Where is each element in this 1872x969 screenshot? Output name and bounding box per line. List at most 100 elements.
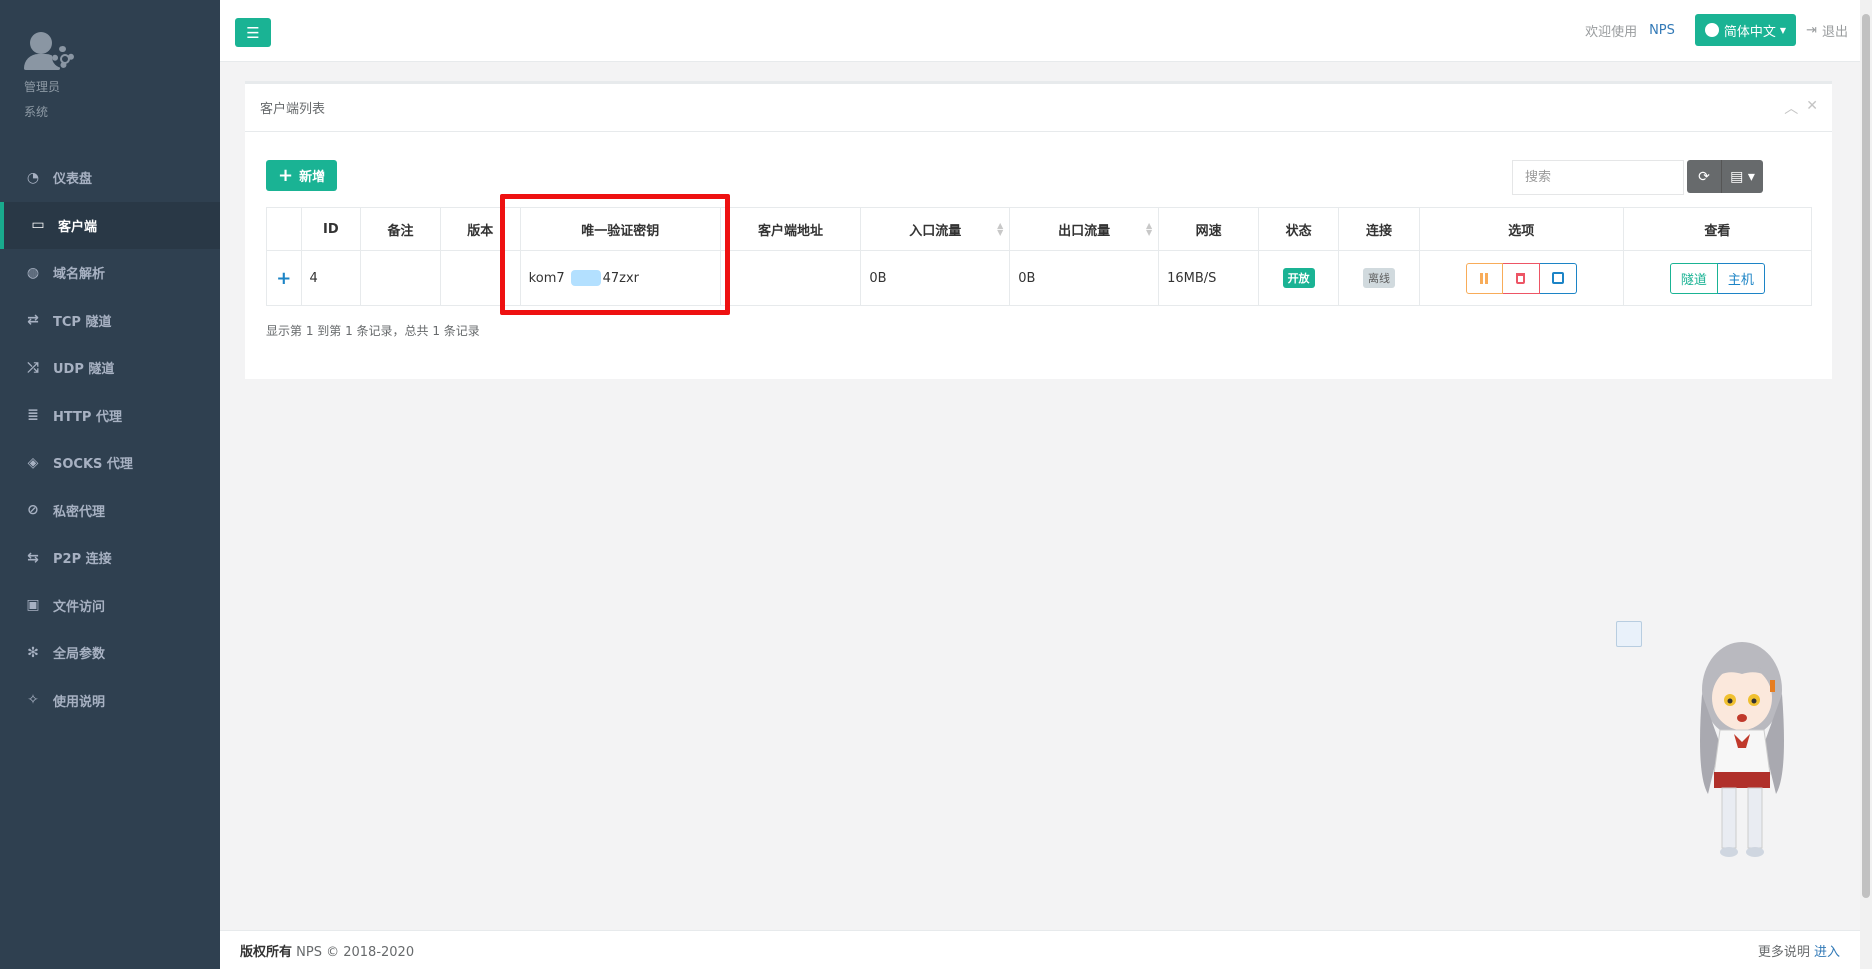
hamburger-icon: ☰ — [246, 23, 260, 42]
cell-status: 开放 — [1258, 250, 1339, 306]
panel-title: 客户端列表 — [260, 102, 326, 117]
refresh-icon: ⟳ — [1698, 168, 1710, 185]
menu-toggle-button[interactable]: ☰ — [235, 18, 271, 47]
more-info: 更多说明 进入 — [1758, 941, 1840, 960]
sort-icon: ▲ ▼ — [997, 221, 1004, 237]
more-link[interactable]: 进入 — [1814, 945, 1840, 960]
header-status[interactable]: 状态 — [1258, 207, 1339, 251]
sidebar-item-label: 使用说明 — [53, 694, 106, 710]
header-connection[interactable]: 连接 — [1337, 207, 1420, 251]
lightbulb-icon: ✧ — [27, 692, 39, 709]
more-label: 更多说明 — [1757, 944, 1810, 960]
sidebar-item-label: 客户端 — [58, 219, 98, 235]
header-remark[interactable]: 备注 — [360, 207, 441, 251]
cell-out-flow: 0B — [1009, 250, 1160, 306]
view-tunnel-button[interactable]: 隧道 — [1669, 262, 1718, 294]
header-speed[interactable]: 网速 — [1158, 207, 1260, 251]
sidebar-item-http[interactable]: ≣ HTTP 代理 — [0, 392, 220, 440]
refresh-button[interactable]: ⟳ — [1687, 160, 1721, 193]
copyright-label: 版权所有 — [240, 944, 293, 960]
trash-icon — [1516, 272, 1526, 284]
sidebar-item-global[interactable]: ✻ 全局参数 — [0, 629, 220, 677]
sidebar-item-client[interactable]: ▭ 客户端 — [0, 201, 220, 249]
sidebar-item-socks[interactable]: ◈ SOCKS 代理 — [0, 439, 220, 487]
search-input[interactable] — [1512, 160, 1684, 195]
cell-client-address — [719, 250, 862, 306]
sidebar-item-domain[interactable]: ◍ 域名解析 — [0, 249, 220, 297]
widget-toggle-icon[interactable] — [1616, 621, 1642, 647]
sidebar-item-secret[interactable]: ⊘ 私密代理 — [0, 487, 220, 535]
sidebar-item-label: SOCKS 代理 — [53, 457, 133, 473]
sidebar-item-udp[interactable]: ⤮ UDP 隧道 — [0, 344, 220, 392]
server-icon: ≣ — [27, 407, 39, 424]
header-options[interactable]: 选项 — [1418, 207, 1624, 251]
sidebar-item-label: P2P 连接 — [53, 552, 112, 568]
sort-icon: ▲ ▼ — [1145, 221, 1153, 237]
sidebar-item-label: TCP 隧道 — [53, 314, 112, 330]
header-in-flow-label: 入口流量 — [909, 223, 962, 239]
exchange-icon: ⇆ — [27, 549, 39, 566]
random-icon: ⤮ — [27, 359, 39, 376]
status-badge: 开放 — [1282, 268, 1315, 288]
pause-button[interactable] — [1465, 262, 1503, 294]
logout-label: 退出 — [1821, 24, 1848, 40]
cell-speed: 16MB/S — [1158, 250, 1260, 306]
edit-button[interactable] — [1539, 262, 1577, 294]
sidebar-nav: ◔ 仪表盘 ▭ 客户端 ◍ 域名解析 ⇄ TCP 隧道 ⤮ UDP 隧道 ≣ HTTP 代理 ◈ SOCK… — [0, 154, 220, 724]
logout-link[interactable]: ⇥ 退出 — [1806, 21, 1848, 40]
sidebar-item-label: 文件访问 — [53, 599, 106, 615]
header-client-address[interactable]: 客户端地址 — [719, 207, 862, 251]
cell-options — [1418, 250, 1624, 306]
user-gear-icon — [24, 28, 76, 72]
copyright-text: NPS © 2018-2020 — [296, 944, 415, 960]
header-in-flow[interactable]: 入口流量 ▲ ▼ — [860, 207, 1011, 251]
copyright: 版权所有 NPS © 2018-2020 — [240, 941, 414, 960]
scrollbar-thumb[interactable] — [1862, 14, 1870, 898]
sidebar: 管理员 系统 ◔ 仪表盘 ▭ 客户端 ◍ 域名解析 ⇄ TCP 隧道 ⤮ UDP 隧道 ≣ HTTP … — [0, 0, 220, 969]
table-header-row: ID 备注 版本 唯一验证密钥 客户端地址 入口流量 ▲ ▼ 出口流量 ▲ ▼ 网速… — [266, 207, 1813, 251]
highlight-box — [500, 194, 730, 315]
add-client-button[interactable]: + 新增 — [266, 160, 338, 191]
dashboard-icon: ◔ — [26, 169, 40, 186]
columns-dropdown-button[interactable]: ▤ ▾ — [1721, 160, 1763, 193]
globe-icon: ◍ — [26, 264, 40, 281]
sidebar-item-label: 全局参数 — [53, 647, 106, 663]
table-row: + 4 kom7 47zxr 0B 0B 16MB/S 开放 离线 隧道 主机 — [266, 250, 1813, 306]
pause-icon — [1480, 272, 1489, 284]
sidebar-item-file[interactable]: ▣ 文件访问 — [0, 582, 220, 630]
profile: 管理员 系统 — [0, 0, 220, 130]
close-icon[interactable]: ✕ — [1806, 98, 1818, 118]
briefcase-icon: ▣ — [26, 597, 40, 614]
cell-in-flow: 0B — [860, 250, 1011, 306]
cell-connection: 离线 — [1337, 250, 1420, 306]
retweet-icon: ⇄ — [27, 312, 39, 329]
cog-icon: ✻ — [27, 644, 39, 661]
globe-icon — [1704, 23, 1719, 37]
collapse-icon[interactable]: ︿ — [1784, 98, 1798, 118]
language-dropdown[interactable]: 简体中文 ▼ — [1694, 14, 1797, 46]
cell-id: 4 — [300, 250, 362, 306]
profile-system: 系统 — [24, 105, 49, 119]
sidebar-item-label: 域名解析 — [53, 267, 106, 283]
header-id[interactable]: ID — [300, 207, 362, 251]
sidebar-item-p2p[interactable]: ⇆ P2P 连接 — [0, 534, 220, 582]
pagination-info: 显示第 1 到第 1 条记录，总共 1 条记录 — [266, 324, 480, 338]
scrollbar[interactable] — [1860, 0, 1872, 969]
edit-icon — [1551, 272, 1564, 284]
sidebar-item-dashboard[interactable]: ◔ 仪表盘 — [0, 154, 220, 202]
monitor-icon: ▭ — [31, 217, 45, 234]
header-expand — [266, 207, 302, 251]
sidebar-item-tcp[interactable]: ⇄ TCP 隧道 — [0, 297, 220, 345]
eye-slash-icon: ⊘ — [27, 502, 39, 519]
panel-header: 客户端列表 ︿ ✕ — [245, 84, 1832, 132]
sidebar-item-label: HTTP 代理 — [53, 409, 122, 425]
sidebar-item-help[interactable]: ✧ 使用说明 — [0, 677, 220, 725]
app-name-link[interactable]: NPS — [1649, 23, 1675, 38]
expand-row-button[interactable]: + — [266, 250, 302, 306]
header-out-flow[interactable]: 出口流量 ▲ ▼ — [1009, 207, 1160, 251]
view-host-button[interactable]: 主机 — [1717, 262, 1765, 294]
delete-button[interactable] — [1502, 262, 1540, 294]
sidebar-item-label: UDP 隧道 — [53, 362, 115, 378]
header-view[interactable]: 查看 — [1622, 207, 1813, 251]
mascot-character[interactable] — [1690, 624, 1794, 864]
